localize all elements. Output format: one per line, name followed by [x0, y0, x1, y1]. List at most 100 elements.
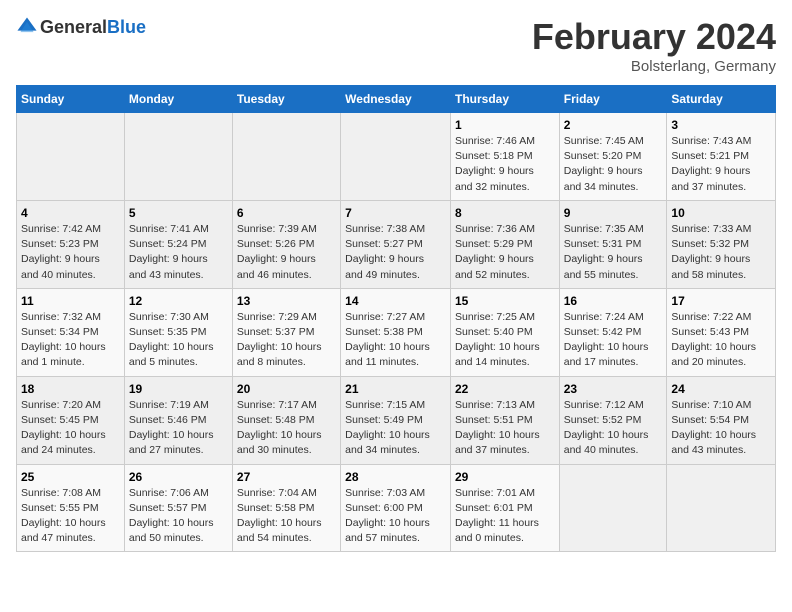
day-number: 17	[671, 294, 771, 308]
day-of-week-monday: Monday	[124, 86, 232, 113]
day-of-week-friday: Friday	[559, 86, 667, 113]
week-row-4: 18Sunrise: 7:20 AM Sunset: 5:45 PM Dayli…	[17, 376, 776, 464]
calendar-cell: 27Sunrise: 7:04 AM Sunset: 5:58 PM Dayli…	[232, 464, 340, 552]
day-info: Sunrise: 7:35 AM Sunset: 5:31 PM Dayligh…	[564, 222, 663, 283]
calendar-cell: 24 Sunrise: 7:10 AM Sunset: 5:54 PM Dayli…	[667, 376, 776, 464]
day-number: 3	[671, 118, 771, 132]
calendar-cell: 18Sunrise: 7:20 AM Sunset: 5:45 PM Dayli…	[17, 376, 125, 464]
day-info: Sunrise: 7:42 AM Sunset: 5:23 PM Dayligh…	[21, 222, 120, 283]
calendar-cell: 3 Sunrise: 7:43 AM Sunset: 5:21 PM Daylig…	[667, 113, 776, 201]
day-info: Sunrise: 7:33 AM Sunset: 5:32 PM Dayligh…	[671, 222, 771, 283]
day-number: 8	[455, 206, 555, 220]
week-row-2: 4 Sunrise: 7:42 AM Sunset: 5:23 PM Daylig…	[17, 200, 776, 288]
day-number: 26	[129, 470, 228, 484]
calendar-cell: 5 Sunrise: 7:41 AM Sunset: 5:24 PM Daylig…	[124, 200, 232, 288]
calendar-header-row: SundayMondayTuesdayWednesdayThursdayFrid…	[17, 86, 776, 113]
calendar-cell: 25 Sunrise: 7:08 AM Sunset: 5:55 PM Dayli…	[17, 464, 125, 552]
day-of-week-saturday: Saturday	[667, 86, 776, 113]
day-number: 22	[455, 382, 555, 396]
day-number: 4	[21, 206, 120, 220]
day-info: Sunrise: 7:25 AM Sunset: 5:40 PM Dayligh…	[455, 310, 555, 371]
calendar-cell	[667, 464, 776, 552]
day-info: Sunrise: 7:36 AM Sunset: 5:29 PM Dayligh…	[455, 222, 555, 283]
day-number: 29	[455, 470, 555, 484]
day-info: Sunrise: 7:06 AM Sunset: 5:57 PM Dayligh…	[129, 486, 228, 547]
logo: GeneralBlue	[16, 16, 146, 38]
day-number: 7	[345, 206, 446, 220]
calendar-cell: 1 Sunrise: 7:46 AM Sunset: 5:18 PM Daylig…	[450, 113, 559, 201]
day-number: 28	[345, 470, 446, 484]
day-info: Sunrise: 7:30 AM Sunset: 5:35 PM Dayligh…	[129, 310, 228, 371]
day-of-week-sunday: Sunday	[17, 86, 125, 113]
day-info: Sunrise: 7:46 AM Sunset: 5:18 PM Dayligh…	[455, 134, 555, 195]
calendar-cell: 14 Sunrise: 7:27 AM Sunset: 5:38 PM Dayli…	[341, 288, 451, 376]
day-number: 2	[564, 118, 663, 132]
day-info: Sunrise: 7:32 AM Sunset: 5:34 PM Dayligh…	[21, 310, 120, 371]
day-number: 11	[21, 294, 120, 308]
logo-general-text: General	[40, 17, 107, 37]
day-info: Sunrise: 7:04 AM Sunset: 5:58 PM Dayligh…	[237, 486, 336, 547]
calendar-cell: 21 Sunrise: 7:15 AM Sunset: 5:49 PM Dayli…	[341, 376, 451, 464]
calendar-cell: 11 Sunrise: 7:32 AM Sunset: 5:34 PM Dayli…	[17, 288, 125, 376]
calendar-cell: 19 Sunrise: 7:19 AM Sunset: 5:46 PM Dayli…	[124, 376, 232, 464]
location: Bolsterlang, Germany	[532, 58, 776, 75]
calendar-cell: 23 Sunrise: 7:12 AM Sunset: 5:52 PM Dayli…	[559, 376, 667, 464]
calendar-table: SundayMondayTuesdayWednesdayThursdayFrid…	[16, 85, 776, 552]
day-info: Sunrise: 7:24 AM Sunset: 5:42 PM Dayligh…	[564, 310, 663, 371]
day-info: Sunrise: 7:43 AM Sunset: 5:21 PM Dayligh…	[671, 134, 771, 195]
day-number: 10	[671, 206, 771, 220]
week-row-3: 11 Sunrise: 7:32 AM Sunset: 5:34 PM Dayli…	[17, 288, 776, 376]
calendar-cell: 8 Sunrise: 7:36 AM Sunset: 5:29 PM Daylig…	[450, 200, 559, 288]
calendar-cell: 10 Sunrise: 7:33 AM Sunset: 5:32 PM Dayli…	[667, 200, 776, 288]
day-info: Sunrise: 7:15 AM Sunset: 5:49 PM Dayligh…	[345, 398, 446, 459]
day-info: Sunrise: 7:08 AM Sunset: 5:55 PM Dayligh…	[21, 486, 120, 547]
calendar-cell: 28 Sunrise: 7:03 AM Sunset: 6:00 PM Dayli…	[341, 464, 451, 552]
week-row-5: 25 Sunrise: 7:08 AM Sunset: 5:55 PM Dayli…	[17, 464, 776, 552]
calendar-cell	[559, 464, 667, 552]
day-number: 25	[21, 470, 120, 484]
calendar-cell	[232, 113, 340, 201]
day-number: 12	[129, 294, 228, 308]
day-info: Sunrise: 7:12 AM Sunset: 5:52 PM Dayligh…	[564, 398, 663, 459]
day-info: Sunrise: 7:19 AM Sunset: 5:46 PM Dayligh…	[129, 398, 228, 459]
day-number: 5	[129, 206, 228, 220]
day-info: Sunrise: 7:03 AM Sunset: 6:00 PM Dayligh…	[345, 486, 446, 547]
day-info: Sunrise: 7:10 AM Sunset: 5:54 PM Dayligh…	[671, 398, 771, 459]
calendar-cell: 13 Sunrise: 7:29 AM Sunset: 5:37 PM Dayli…	[232, 288, 340, 376]
page-header: GeneralBlue February 2024 Bolsterlang, G…	[16, 16, 776, 75]
calendar-cell: 9 Sunrise: 7:35 AM Sunset: 5:31 PM Daylig…	[559, 200, 667, 288]
day-number: 9	[564, 206, 663, 220]
day-number: 21	[345, 382, 446, 396]
day-info: Sunrise: 7:27 AM Sunset: 5:38 PM Dayligh…	[345, 310, 446, 371]
day-number: 14	[345, 294, 446, 308]
day-info: Sunrise: 7:17 AM Sunset: 5:48 PM Dayligh…	[237, 398, 336, 459]
calendar-cell: 15Sunrise: 7:25 AM Sunset: 5:40 PM Dayli…	[450, 288, 559, 376]
week-row-1: 1 Sunrise: 7:46 AM Sunset: 5:18 PM Daylig…	[17, 113, 776, 201]
day-info: Sunrise: 7:41 AM Sunset: 5:24 PM Dayligh…	[129, 222, 228, 283]
day-number: 23	[564, 382, 663, 396]
calendar-cell	[341, 113, 451, 201]
month-title: February 2024	[532, 16, 776, 58]
calendar-cell: 29 Sunrise: 7:01 AM Sunset: 6:01 PM Dayli…	[450, 464, 559, 552]
day-number: 20	[237, 382, 336, 396]
calendar-cell: 7 Sunrise: 7:38 AM Sunset: 5:27 PM Daylig…	[341, 200, 451, 288]
calendar-cell: 22Sunrise: 7:13 AM Sunset: 5:51 PM Dayli…	[450, 376, 559, 464]
day-info: Sunrise: 7:38 AM Sunset: 5:27 PM Dayligh…	[345, 222, 446, 283]
day-number: 6	[237, 206, 336, 220]
day-number: 16	[564, 294, 663, 308]
calendar-cell: 2 Sunrise: 7:45 AM Sunset: 5:20 PM Daylig…	[559, 113, 667, 201]
day-number: 24	[671, 382, 771, 396]
day-info: Sunrise: 7:22 AM Sunset: 5:43 PM Dayligh…	[671, 310, 771, 371]
day-of-week-thursday: Thursday	[450, 86, 559, 113]
day-number: 19	[129, 382, 228, 396]
day-number: 13	[237, 294, 336, 308]
calendar-cell: 6Sunrise: 7:39 AM Sunset: 5:26 PM Daylig…	[232, 200, 340, 288]
calendar-cell: 17 Sunrise: 7:22 AM Sunset: 5:43 PM Dayli…	[667, 288, 776, 376]
day-number: 1	[455, 118, 555, 132]
calendar-cell: 4 Sunrise: 7:42 AM Sunset: 5:23 PM Daylig…	[17, 200, 125, 288]
day-of-week-tuesday: Tuesday	[232, 86, 340, 113]
day-info: Sunrise: 7:29 AM Sunset: 5:37 PM Dayligh…	[237, 310, 336, 371]
day-info: Sunrise: 7:45 AM Sunset: 5:20 PM Dayligh…	[564, 134, 663, 195]
calendar-cell: 16 Sunrise: 7:24 AM Sunset: 5:42 PM Dayli…	[559, 288, 667, 376]
day-info: Sunrise: 7:01 AM Sunset: 6:01 PM Dayligh…	[455, 486, 555, 547]
